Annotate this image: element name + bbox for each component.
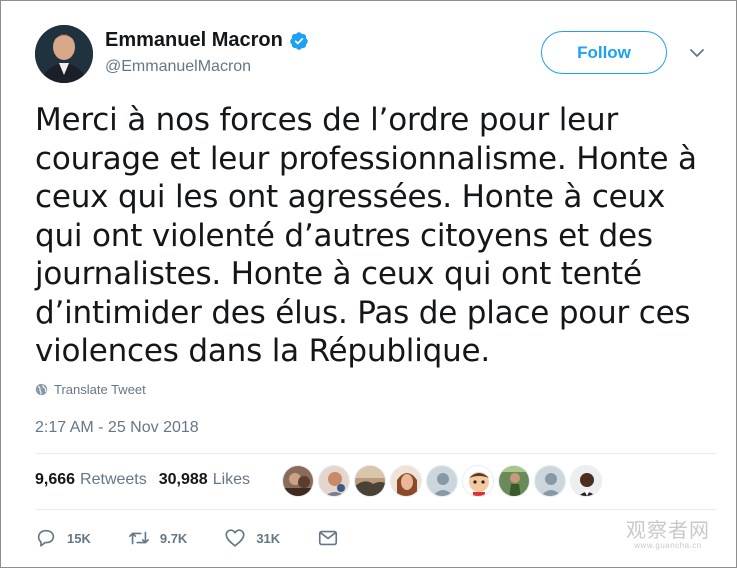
liker-avatar[interactable] — [498, 465, 530, 497]
translate-tweet-link[interactable]: Translate Tweet — [35, 382, 146, 397]
retweets-count: 9,666 — [35, 471, 76, 488]
translate-label: Translate Tweet — [54, 382, 146, 397]
tweet-actions: 15K 9.7K 31K — [35, 527, 376, 549]
tweet-text: Merci à nos forces de l’ordre pour leur … — [35, 102, 697, 369]
likes-count: 30,988 — [158, 471, 208, 488]
liker-avatar[interactable] — [426, 465, 458, 497]
reply-count: 15K — [67, 530, 91, 546]
likes-label: Likes — [212, 471, 251, 488]
liker-avatar[interactable] — [462, 465, 494, 497]
reply-icon — [37, 529, 55, 547]
watermark: 观察者网 www.guancha.cn — [626, 514, 710, 550]
liker-avatar[interactable] — [354, 465, 386, 497]
watermark-sub: www.guancha.cn — [634, 541, 702, 550]
liker-avatar[interactable] — [390, 465, 422, 497]
liker-avatar[interactable] — [318, 465, 350, 497]
divider — [35, 453, 717, 454]
heart-icon — [225, 529, 245, 547]
avatar[interactable] — [35, 25, 93, 83]
globe-icon — [35, 383, 48, 396]
retweet-count: 9.7K — [159, 530, 188, 546]
user-handle[interactable]: @EmmanuelMacron — [105, 58, 309, 76]
chevron-down-icon[interactable] — [689, 45, 705, 61]
liker-avatar[interactable] — [534, 465, 566, 497]
direct-message-button[interactable] — [317, 527, 339, 549]
tweet-stats: 9,666 Retweets 30,988 Likes — [35, 471, 262, 489]
likers-avatars — [282, 465, 602, 497]
retweet-button[interactable]: 9.7K — [128, 527, 187, 549]
tweet-card: Emmanuel Macron @EmmanuelMacron Follow M… — [0, 0, 737, 568]
tweet-header: Emmanuel Macron @EmmanuelMacron Follow — [35, 25, 715, 85]
likes-stat[interactable]: 30,988 Likes — [159, 471, 250, 489]
envelope-icon — [319, 530, 338, 546]
divider — [35, 509, 717, 510]
watermark-main: 观察者网 — [626, 518, 710, 542]
tweet-timestamp[interactable]: 2:17 AM - 25 Nov 2018 — [35, 419, 199, 437]
reply-button[interactable]: 15K — [35, 527, 91, 549]
retweets-stat[interactable]: 9,666 Retweets — [35, 471, 147, 489]
follow-button[interactable]: Follow — [541, 31, 667, 74]
retweets-label: Retweets — [80, 471, 147, 488]
like-button[interactable]: 31K — [224, 527, 280, 549]
verified-badge-icon — [289, 31, 309, 51]
retweet-icon — [128, 531, 149, 545]
name-block: Emmanuel Macron @EmmanuelMacron — [105, 29, 309, 76]
display-name[interactable]: Emmanuel Macron — [105, 29, 283, 52]
liker-avatar[interactable] — [570, 465, 602, 497]
liker-avatar[interactable] — [282, 465, 314, 497]
like-count: 31K — [256, 530, 281, 546]
